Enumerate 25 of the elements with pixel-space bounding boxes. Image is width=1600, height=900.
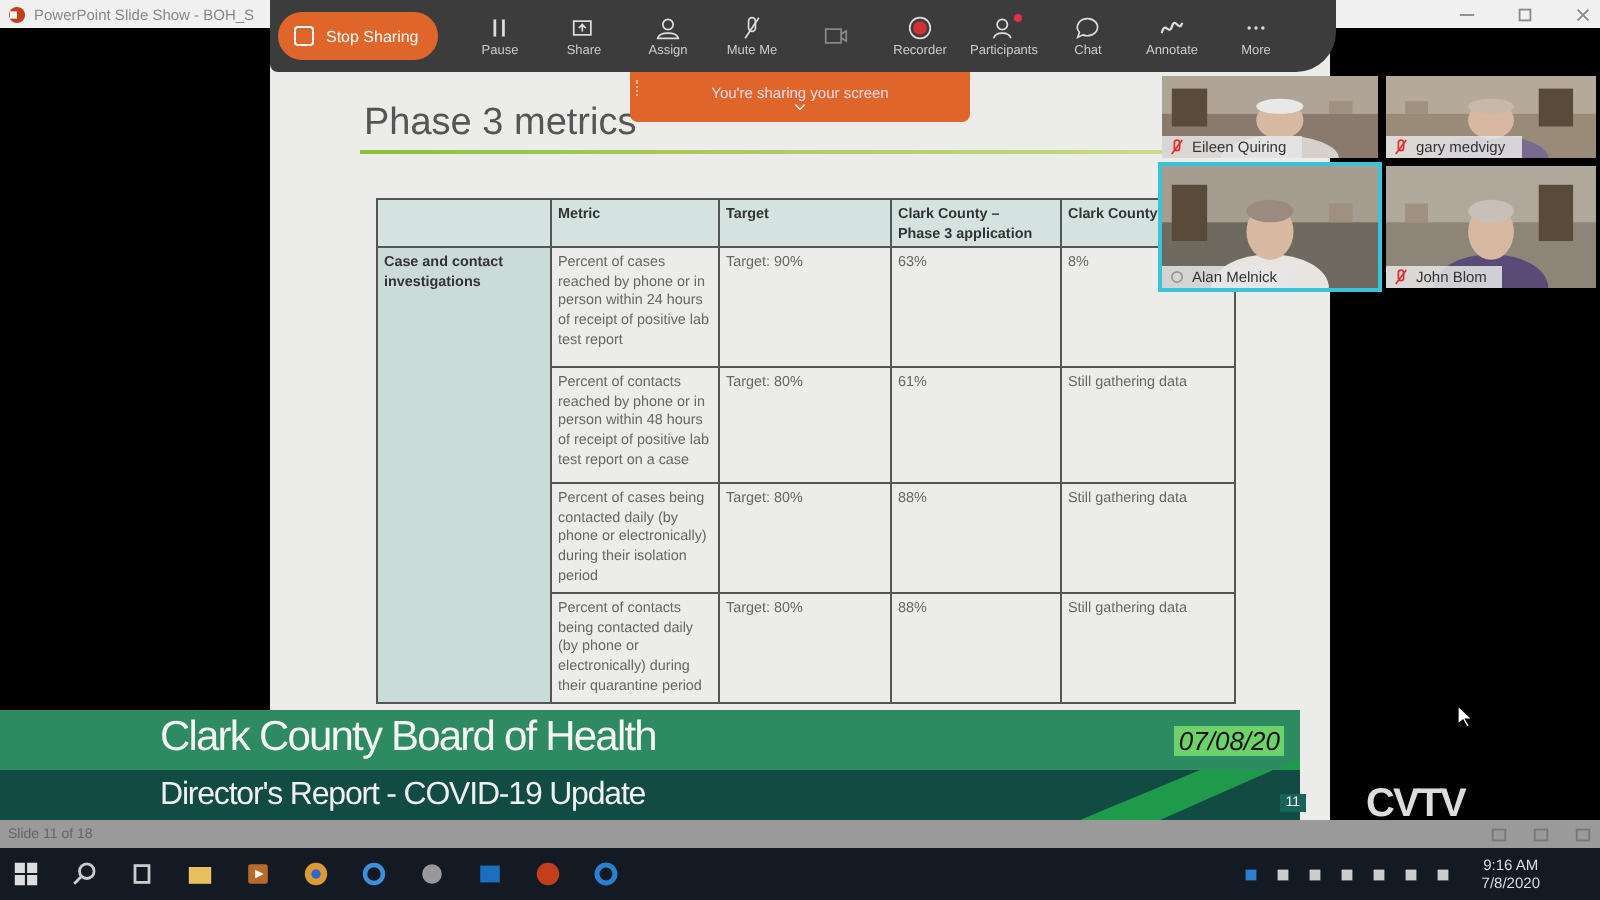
outlook-icon[interactable]	[476, 860, 504, 888]
broadcast-date: 07/08/20	[1174, 726, 1284, 756]
close-icon[interactable]	[1574, 5, 1592, 23]
edge-icon[interactable]	[592, 860, 620, 888]
recorder-icon	[906, 15, 934, 39]
chevron-icon	[794, 104, 806, 110]
share-icon	[570, 15, 598, 39]
chat-icon	[1074, 15, 1102, 39]
assign-icon	[654, 15, 682, 39]
ie-icon[interactable]	[360, 860, 388, 888]
powerpoint-icon	[8, 5, 26, 23]
search-icon[interactable]	[70, 860, 98, 888]
task-view-icon[interactable]	[128, 860, 156, 888]
channel-logo: CVTV	[1366, 782, 1465, 828]
mouse-cursor	[1456, 704, 1472, 728]
restore-icon[interactable]	[1516, 5, 1534, 23]
broadcast-title: Clark County Board of Health	[160, 714, 656, 762]
broadcast-subtitle: Director's Report - COVID-19 Update	[160, 778, 646, 814]
chrome-icon[interactable]	[302, 860, 330, 888]
app-icon[interactable]	[418, 860, 446, 888]
powerpoint-icon[interactable]	[534, 860, 562, 888]
video-icon	[822, 24, 850, 48]
notification-dot	[1014, 14, 1022, 22]
media-icon[interactable]	[244, 860, 272, 888]
windows-icon[interactable]	[12, 860, 40, 888]
